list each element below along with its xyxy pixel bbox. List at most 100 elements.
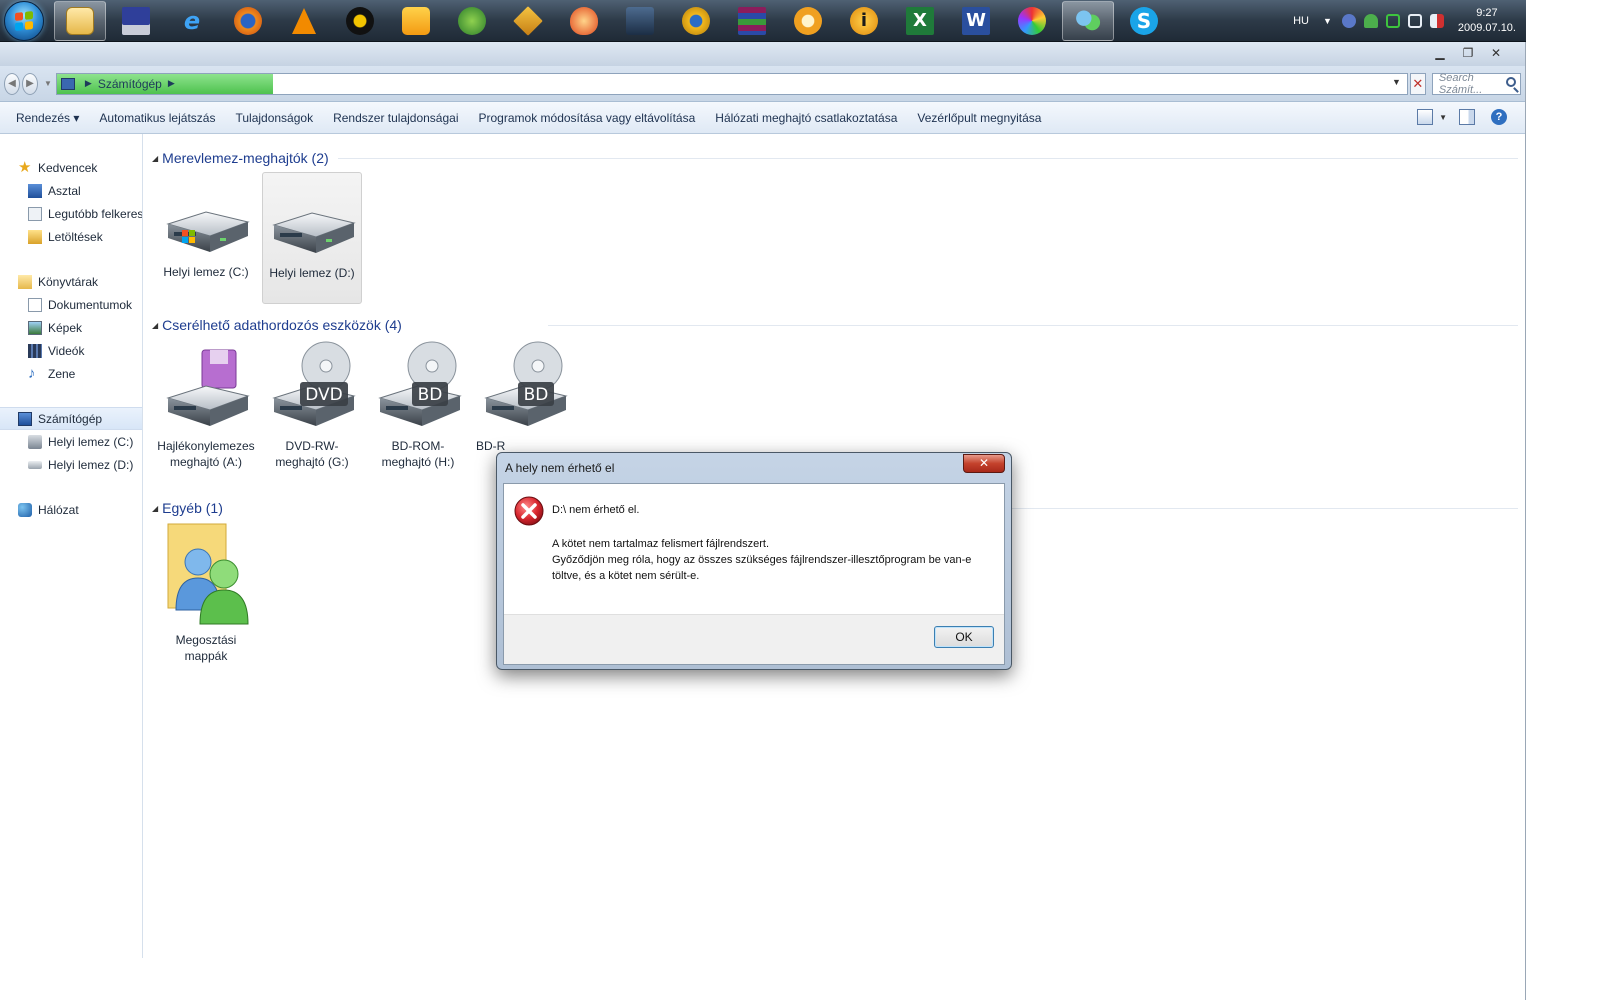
internet-explorer-icon[interactable]: e bbox=[166, 1, 218, 41]
recent-pages-dropdown-icon[interactable]: ▼ bbox=[44, 79, 52, 88]
view-options-dropdown-icon[interactable]: ▼ bbox=[1439, 113, 1447, 122]
sidebar-item-libraries[interactable]: Könyvtárak bbox=[0, 270, 142, 293]
collapse-arrow-icon[interactable]: ◢ bbox=[152, 504, 158, 513]
properties-button[interactable]: Tulajdonságok bbox=[235, 111, 313, 125]
address-history-dropdown-icon[interactable]: ▼ bbox=[1392, 77, 1401, 87]
network-tray-icon[interactable] bbox=[1407, 14, 1422, 28]
firefox-icon[interactable] bbox=[222, 1, 274, 41]
sidebar-item-favorites[interactable]: ★ Kedvencek bbox=[0, 156, 142, 179]
dialog-close-button[interactable]: ✕ bbox=[963, 454, 1005, 473]
videos-icon bbox=[28, 343, 42, 358]
sidebar-item-drive-d[interactable]: Helyi lemez (D:) bbox=[0, 453, 142, 476]
error-detail-line-1: A kötet nem tartalmaz felismert fájlrend… bbox=[552, 538, 770, 550]
sidebar-item-desktop[interactable]: Asztal bbox=[0, 179, 142, 202]
dvd-drive-item[interactable]: DVD DVD-RW-meghajtó (G:) bbox=[262, 340, 362, 470]
breadcrumb-computer[interactable]: Számítógép bbox=[98, 77, 162, 91]
shield-tray-icon[interactable] bbox=[1341, 14, 1356, 28]
window-titlebar[interactable]: ▁ ❐ ✕ bbox=[0, 42, 1525, 66]
ok-button[interactable]: OK bbox=[934, 626, 994, 648]
autoplay-button[interactable]: Automatikus lejátszás bbox=[99, 111, 215, 125]
sidebar-item-music[interactable]: ♪ Zene bbox=[0, 362, 142, 385]
clock-date: 2009.07.10. bbox=[1457, 22, 1516, 34]
winrar-icon[interactable] bbox=[726, 1, 778, 41]
windows-logo-icon bbox=[15, 10, 33, 31]
open-control-panel-button[interactable]: Vezérlőpult megnyitása bbox=[917, 111, 1041, 125]
system-properties-button[interactable]: Rendszer tulajdonságai bbox=[333, 111, 458, 125]
drive-c-item[interactable]: Helyi lemez (C:) bbox=[156, 172, 256, 280]
system-tray: HU ▼ 9:27 2009.07.10. bbox=[1293, 0, 1516, 42]
sidebar-item-drive-c[interactable]: Helyi lemez (C:) bbox=[0, 430, 142, 453]
drive-c-label: Helyi lemez (C:) bbox=[163, 265, 249, 279]
back-button[interactable]: ◀ bbox=[4, 72, 20, 95]
show-hidden-icons-arrow-icon[interactable]: ▼ bbox=[1323, 16, 1332, 26]
section-removable-devices[interactable]: ◢ Cserélhető adathordozós eszközök (4) bbox=[152, 315, 402, 335]
organize-menu-button[interactable]: Rendezés ▾ bbox=[16, 111, 79, 125]
floppy-drive-icon bbox=[166, 349, 250, 426]
sidebar-item-pictures[interactable]: Képek bbox=[0, 316, 142, 339]
user-tray-icon[interactable] bbox=[1363, 14, 1378, 28]
minimize-button[interactable]: ▁ bbox=[1427, 44, 1453, 62]
floppy-drive-item[interactable]: Hajlékonylemezes meghajtó (A:) bbox=[156, 340, 256, 470]
uninstall-programs-button[interactable]: Programok módosítása vagy eltávolítása bbox=[479, 111, 696, 125]
video-player-icon[interactable] bbox=[390, 1, 442, 41]
floppy-save-icon[interactable] bbox=[110, 1, 162, 41]
drive-d-label: Helyi lemez (D:) bbox=[269, 266, 355, 280]
sidebar-item-videos[interactable]: Videók bbox=[0, 339, 142, 362]
excel-icon[interactable]: X bbox=[894, 1, 946, 41]
word-icon[interactable]: W bbox=[950, 1, 1002, 41]
search-input[interactable]: Search Számít... bbox=[1431, 72, 1521, 96]
search-icon[interactable] bbox=[1506, 76, 1516, 87]
taskbar: e i X W S HU ▼ 9:27 2009.07.10. bbox=[0, 0, 1526, 42]
sidebar-item-documents[interactable]: Dokumentumok bbox=[0, 293, 142, 316]
close-window-button[interactable]: ✕ bbox=[1483, 44, 1509, 62]
rss-reader-icon[interactable] bbox=[782, 1, 834, 41]
error-dialog: A hely nem érhető el ✕ D:\ nem érhető el… bbox=[496, 452, 1012, 670]
bd-rom-drive-item[interactable]: BD BD-ROM-meghajtó (H:) bbox=[368, 340, 468, 470]
help-icon[interactable]: ? bbox=[1491, 109, 1507, 125]
sidebar-item-network[interactable]: Hálózat bbox=[0, 498, 142, 521]
messenger-icon[interactable] bbox=[1062, 0, 1114, 41]
start-button[interactable] bbox=[4, 0, 44, 41]
section-hard-drives[interactable]: ◢ Merevlemez-meghajtók (2) bbox=[152, 148, 329, 168]
bd-rom-drive-icon: BD bbox=[378, 341, 462, 426]
windows-flag-icon[interactable] bbox=[446, 1, 498, 41]
language-indicator[interactable]: HU bbox=[1293, 15, 1309, 27]
navigation-pane: ★ Kedvencek Asztal Legutóbb felkeresett … bbox=[0, 134, 143, 958]
nero-burn-icon[interactable] bbox=[558, 1, 610, 41]
forward-button[interactable]: ▶ bbox=[21, 72, 38, 95]
sidebar-item-downloads[interactable]: Letöltések bbox=[0, 225, 142, 248]
info-icon[interactable]: i bbox=[838, 1, 890, 41]
skype-icon[interactable]: S bbox=[1118, 1, 1170, 41]
volume-muted-tray-icon[interactable] bbox=[1429, 14, 1444, 28]
collapse-arrow-icon[interactable]: ◢ bbox=[152, 321, 158, 330]
pen-tool-icon[interactable] bbox=[502, 1, 554, 41]
battery-tray-icon[interactable] bbox=[1385, 14, 1400, 28]
sidebar-item-recent-places[interactable]: Legutóbb felkeresett bbox=[0, 202, 142, 225]
vlc-icon[interactable] bbox=[278, 1, 330, 41]
breadcrumb-arrow-icon[interactable]: ▶ bbox=[85, 78, 92, 89]
collapse-arrow-icon[interactable]: ◢ bbox=[152, 154, 158, 163]
bd-rom-drive-label: BD-ROM-meghajtó (H:) bbox=[381, 439, 455, 469]
drive-d-item[interactable]: Helyi lemez (D:) bbox=[262, 172, 362, 304]
explorer-icon[interactable] bbox=[54, 0, 106, 41]
install-icon[interactable] bbox=[614, 1, 666, 41]
section-other[interactable]: ◢ Egyéb (1) bbox=[152, 498, 223, 518]
settings-gear-icon[interactable] bbox=[670, 1, 722, 41]
change-view-icon[interactable] bbox=[1417, 109, 1434, 125]
dvd-drive-label: DVD-RW-meghajtó (G:) bbox=[275, 439, 349, 469]
media-player-icon[interactable] bbox=[334, 1, 386, 41]
clock[interactable]: 9:27 2009.07.10. bbox=[1458, 6, 1516, 36]
dialog-body: D:\ nem érhető el. A kötet nem tartalmaz… bbox=[503, 483, 1005, 665]
bd-r-drive-item[interactable]: BD BD-R bbox=[474, 340, 574, 454]
address-bar[interactable]: ▶ Számítógép ▶ ▼ bbox=[55, 72, 1408, 95]
shared-folders-item[interactable]: Megosztási mappák bbox=[156, 520, 256, 664]
preview-pane-icon[interactable] bbox=[1459, 109, 1475, 125]
paint-icon[interactable] bbox=[1006, 1, 1058, 41]
stop-loading-button[interactable]: ✕ bbox=[1409, 72, 1426, 95]
network-icon bbox=[18, 502, 32, 517]
sidebar-item-computer[interactable]: Számítógép bbox=[0, 407, 142, 430]
map-network-drive-button[interactable]: Hálózati meghajtó csatlakoztatása bbox=[715, 111, 897, 125]
breadcrumb-arrow-icon[interactable]: ▶ bbox=[168, 78, 175, 89]
pictures-icon bbox=[28, 320, 42, 335]
restore-button[interactable]: ❐ bbox=[1455, 44, 1481, 62]
